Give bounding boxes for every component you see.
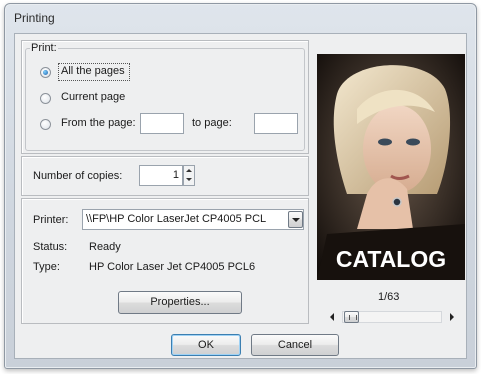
title-bar[interactable]: Printing <box>5 4 476 32</box>
window-title: Printing <box>14 11 55 25</box>
radio-all-pages-label[interactable]: All the pages <box>61 65 125 77</box>
portrait-illustration: CATALOG <box>317 54 465 280</box>
preview-scrollbar[interactable] <box>330 311 454 323</box>
dialog-body: Print: All the pages Current page From t… <box>14 33 467 359</box>
chevron-down-icon <box>292 218 300 222</box>
radio-current-page[interactable] <box>40 93 51 104</box>
copies-label: Number of copies: <box>33 170 123 182</box>
print-legend: Print: <box>30 42 58 54</box>
radio-current-page-label[interactable]: Current page <box>61 91 125 103</box>
printer-panel: Printer: \\FP\HP Color LaserJet CP4005 P… <box>21 198 309 324</box>
radio-page-range-label[interactable]: From the page: <box>61 117 136 129</box>
printer-select[interactable]: \\FP\HP Color LaserJet CP4005 PCL <box>82 209 304 230</box>
cancel-button[interactable]: Cancel <box>251 334 339 356</box>
page-indicator: 1/63 <box>378 291 400 303</box>
printer-select-value: \\FP\HP Color LaserJet CP4005 PCL <box>86 213 267 225</box>
print-dialog: Printing Print: All the pages Current pa… <box>4 3 477 369</box>
type-value: HP Color Laser Jet CP4005 PCL6 <box>89 261 256 273</box>
to-page-label: to page: <box>192 117 232 129</box>
copies-spinner[interactable] <box>183 165 195 186</box>
catalog-overlay-text: CATALOG <box>336 246 446 272</box>
printer-label: Printer: <box>33 214 69 226</box>
scroll-left-icon[interactable] <box>330 313 334 321</box>
spin-up-icon[interactable] <box>186 169 192 172</box>
properties-button[interactable]: Properties... <box>118 291 242 314</box>
radio-all-pages[interactable] <box>40 67 51 78</box>
scroll-right-icon[interactable] <box>450 313 454 321</box>
catalog-preview-image: CATALOG <box>317 54 465 280</box>
copies-panel: Number of copies: 1 <box>21 156 309 196</box>
from-page-input[interactable] <box>140 113 184 134</box>
printer-dropdown-button[interactable] <box>288 211 303 228</box>
ok-button-label: OK <box>198 339 214 351</box>
cancel-button-label: Cancel <box>277 339 313 351</box>
print-range-panel: Print: All the pages Current page From t… <box>21 40 309 154</box>
ok-button[interactable]: OK <box>171 334 241 356</box>
type-label: Type: <box>33 261 60 273</box>
copies-input[interactable]: 1 <box>139 165 183 186</box>
status-value: Ready <box>89 241 121 253</box>
radio-page-range[interactable] <box>40 119 51 130</box>
status-label: Status: <box>33 241 68 253</box>
scroll-thumb[interactable] <box>344 311 359 323</box>
properties-button-label: Properties... <box>150 296 210 308</box>
spin-down-icon[interactable] <box>186 178 192 181</box>
copies-value: 1 <box>172 169 179 181</box>
to-page-input[interactable] <box>254 113 298 134</box>
grip-icon <box>349 315 357 320</box>
